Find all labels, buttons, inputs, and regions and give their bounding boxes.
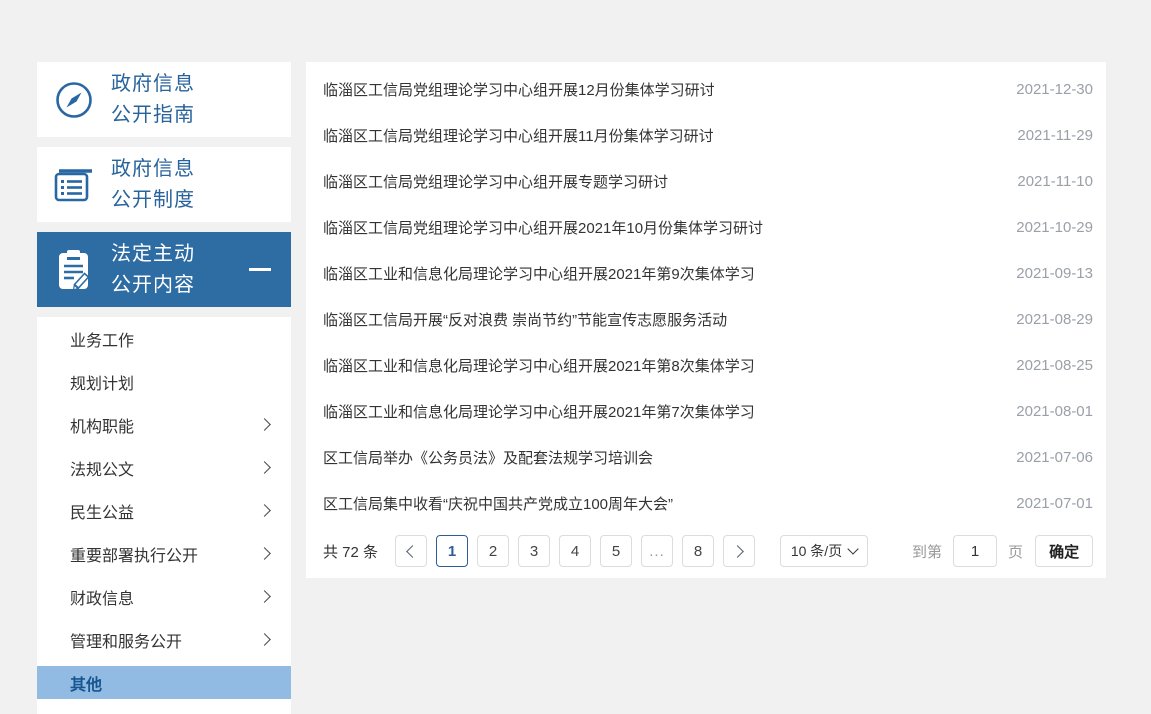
total-count: 共 72 条 (323, 541, 378, 562)
book-list-icon (37, 166, 111, 204)
chevron-right-icon (258, 461, 271, 474)
menu-label: 其他 (70, 671, 102, 695)
sidebar-item-public-welfare[interactable]: 民生公益 (37, 489, 291, 532)
goto-prefix-label: 到第 (912, 541, 942, 562)
page-size-value: 10 条/页 (791, 541, 842, 561)
page-button-1[interactable]: 1 (436, 535, 468, 567)
sidebar-item-planning[interactable]: 规划计划 (37, 360, 291, 403)
page-ellipsis-button[interactable]: ... (641, 535, 673, 567)
news-date: 2021-11-29 (997, 127, 1093, 144)
confirm-button[interactable]: 确定 (1035, 535, 1093, 567)
news-link[interactable]: 临淄区工业和信息化局理论学习中心组开展2021年第7次集体学习 (323, 401, 755, 422)
news-date: 2021-11-10 (997, 173, 1093, 190)
pagination: 共 72 条 1 2 3 4 5 ... 8 10 条/页 到第 页 确定 (323, 535, 1106, 567)
news-link[interactable]: 临淄区工信局党组理论学习中心组开展专题学习研讨 (323, 171, 668, 192)
page-button-2[interactable]: 2 (477, 535, 509, 567)
chevron-down-icon (848, 543, 859, 554)
sidebar-card-gov-info-system[interactable]: 政府信息 公开制度 (37, 147, 291, 222)
menu-label: 机构职能 (70, 413, 134, 437)
menu-label: 法规公文 (70, 456, 134, 480)
menu-label: 财政信息 (70, 585, 134, 609)
compass-icon (37, 79, 111, 121)
sidebar-item-other[interactable]: 其他 (37, 666, 291, 699)
news-link[interactable]: 临淄区工信局开展“反对浪费 崇尚节约”节能宣传志愿服务活动 (323, 309, 727, 330)
next-page-button[interactable] (723, 535, 755, 567)
news-link[interactable]: 临淄区工业和信息化局理论学习中心组开展2021年第9次集体学习 (323, 263, 755, 284)
sidebar-submenu: 业务工作 规划计划 机构职能 法规公文 民生公益 重要部署执行公开 财政信息 管… (37, 317, 291, 714)
sidebar-item-fiscal-info[interactable]: 财政信息 (37, 575, 291, 618)
news-row: 临淄区工业和信息化局理论学习中心组开展2021年第7次集体学习 2021-08-… (306, 388, 1106, 434)
news-row: 临淄区工信局党组理论学习中心组开展专题学习研讨 2021-11-10 (306, 158, 1106, 204)
news-link[interactable]: 临淄区工信局党组理论学习中心组开展2021年10月份集体学习研讨 (323, 217, 763, 238)
news-link[interactable]: 临淄区工信局党组理论学习中心组开展11月份集体学习研讨 (323, 125, 714, 146)
collapse-minus-icon[interactable] (249, 268, 271, 271)
page-button-8[interactable]: 8 (682, 535, 714, 567)
news-date: 2021-12-30 (996, 81, 1093, 98)
news-link[interactable]: 临淄区工业和信息化局理论学习中心组开展2021年第8次集体学习 (323, 355, 755, 376)
news-row: 区工信局举办《公务员法》及配套法规学习培训会 2021-07-06 (306, 434, 1106, 480)
clipboard-pencil-icon (37, 247, 111, 293)
news-date: 2021-08-29 (996, 311, 1093, 328)
sidebar-item-key-deployments[interactable]: 重要部署执行公开 (37, 532, 291, 575)
goto-suffix-label: 页 (1008, 541, 1023, 562)
news-link[interactable]: 临淄区工信局党组理论学习中心组开展12月份集体学习研讨 (323, 79, 715, 100)
goto-page-input[interactable] (953, 535, 997, 567)
news-row: 区工信局集中收看“庆祝中国共产党成立100周年大会” 2021-07-01 (306, 480, 1106, 526)
prev-page-button[interactable] (395, 535, 427, 567)
content-panel: 临淄区工信局党组理论学习中心组开展12月份集体学习研讨 2021-12-30 临… (306, 62, 1106, 578)
chevron-left-icon (406, 545, 419, 558)
sidebar: 政府信息 公开指南 政府信息 公开制度 (37, 62, 291, 714)
sidebar-card-gov-info-guide[interactable]: 政府信息 公开指南 (37, 62, 291, 137)
news-date: 2021-07-06 (996, 449, 1093, 466)
news-date: 2021-09-13 (996, 265, 1093, 282)
news-link[interactable]: 区工信局集中收看“庆祝中国共产党成立100周年大会” (323, 493, 673, 514)
news-link[interactable]: 区工信局举办《公务员法》及配套法规学习培训会 (323, 447, 653, 468)
page-button-4[interactable]: 4 (559, 535, 591, 567)
chevron-right-icon (258, 590, 271, 603)
news-row: 临淄区工业和信息化局理论学习中心组开展2021年第8次集体学习 2021-08-… (306, 342, 1106, 388)
menu-label: 管理和服务公开 (70, 628, 182, 652)
chevron-right-icon (258, 547, 271, 560)
menu-label: 重要部署执行公开 (70, 542, 198, 566)
sidebar-card-label: 政府信息 公开制度 (111, 154, 195, 216)
news-date: 2021-08-25 (996, 357, 1093, 374)
news-date: 2021-08-01 (996, 403, 1093, 420)
sidebar-item-management-services[interactable]: 管理和服务公开 (37, 618, 291, 661)
chevron-right-icon (258, 504, 271, 517)
page-button-3[interactable]: 3 (518, 535, 550, 567)
news-list: 临淄区工信局党组理论学习中心组开展12月份集体学习研讨 2021-12-30 临… (306, 62, 1106, 526)
sidebar-card-label: 法定主动 公开内容 (111, 239, 195, 301)
sidebar-card-statutory-disclosure[interactable]: 法定主动 公开内容 (37, 232, 291, 307)
sidebar-item-business-work[interactable]: 业务工作 (37, 317, 291, 360)
sidebar-item-org-functions[interactable]: 机构职能 (37, 403, 291, 446)
news-date: 2021-10-29 (996, 219, 1093, 236)
news-row: 临淄区工信局党组理论学习中心组开展12月份集体学习研讨 2021-12-30 (306, 66, 1106, 112)
page-size-select[interactable]: 10 条/页 (780, 535, 868, 567)
sidebar-item-regulations[interactable]: 法规公文 (37, 446, 291, 489)
menu-label: 规划计划 (70, 370, 134, 394)
chevron-right-icon (258, 633, 271, 646)
news-date: 2021-07-01 (996, 495, 1093, 512)
menu-label: 业务工作 (70, 327, 134, 351)
chevron-right-icon (258, 418, 271, 431)
menu-label: 民生公益 (70, 499, 134, 523)
news-row: 临淄区工信局党组理论学习中心组开展2021年10月份集体学习研讨 2021-10… (306, 204, 1106, 250)
chevron-right-icon (731, 545, 744, 558)
sidebar-card-label: 政府信息 公开指南 (111, 69, 195, 131)
news-row: 临淄区工业和信息化局理论学习中心组开展2021年第9次集体学习 2021-09-… (306, 250, 1106, 296)
news-row: 临淄区工信局开展“反对浪费 崇尚节约”节能宣传志愿服务活动 2021-08-29 (306, 296, 1106, 342)
page-button-5[interactable]: 5 (600, 535, 632, 567)
goto-page-group: 到第 页 确定 (912, 535, 1093, 567)
news-row: 临淄区工信局党组理论学习中心组开展11月份集体学习研讨 2021-11-29 (306, 112, 1106, 158)
